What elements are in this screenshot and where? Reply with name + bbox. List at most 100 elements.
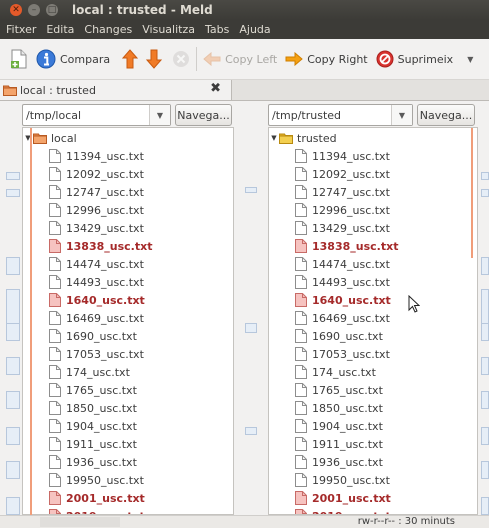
left-browse-button[interactable]: Navega... [175, 104, 232, 126]
file-name: 16469_usc.txt [66, 311, 144, 325]
file-row[interactable]: 1911_usc.txt [269, 435, 477, 453]
menu-changes[interactable]: Changes [79, 23, 137, 36]
file-row[interactable]: 1936_usc.txt [269, 453, 477, 471]
file-row[interactable]: 17053_usc.txt [23, 345, 233, 363]
overview-marker [6, 461, 20, 479]
file-icon [295, 239, 307, 253]
file-name: 11394_usc.txt [66, 149, 144, 163]
file-row[interactable]: 17053_usc.txt [269, 345, 477, 363]
file-row[interactable]: 1690_usc.txt [269, 327, 477, 345]
file-row[interactable]: 13429_usc.txt [23, 219, 233, 237]
file-row[interactable]: 11394_usc.txt [269, 147, 477, 165]
file-row[interactable]: 12996_usc.txt [269, 201, 477, 219]
previous-change-button[interactable] [122, 49, 139, 69]
file-row[interactable]: 12747_usc.txt [23, 183, 233, 201]
stop-button[interactable] [172, 50, 190, 68]
right-file-tree[interactable]: ▼ trusted 11394_usc.txt 12092_usc.txt 1274… [268, 127, 478, 515]
file-name: 12996_usc.txt [66, 203, 144, 217]
file-row[interactable]: 12092_usc.txt [23, 165, 233, 183]
right-overview-strip [479, 127, 489, 515]
file-name: 12996_usc.txt [312, 203, 390, 217]
file-row[interactable]: 2001_usc.txt [269, 489, 477, 507]
left-file-tree[interactable]: ▼ local 11394_usc.txt 12092_usc.txt 12747_… [22, 127, 234, 515]
file-row[interactable]: 1911_usc.txt [23, 435, 233, 453]
file-name: 11394_usc.txt [312, 149, 390, 163]
next-change-button[interactable] [146, 49, 163, 69]
file-row[interactable]: 12092_usc.txt [269, 165, 477, 183]
file-row[interactable]: 13838_usc.txt [23, 237, 233, 255]
menu-ajuda[interactable]: Ajuda [234, 23, 275, 36]
right-browse-button[interactable]: Navega... [417, 104, 475, 126]
copy-right-button[interactable]: Copy Right [285, 52, 368, 66]
new-document-icon [11, 49, 27, 69]
file-row[interactable]: 12996_usc.txt [23, 201, 233, 219]
file-row[interactable]: 16469_usc.txt [269, 309, 477, 327]
toolbar-overflow-button[interactable]: ▼ [467, 55, 473, 64]
diff-gutter [236, 127, 266, 515]
menu-fitxer[interactable]: Fitxer [0, 23, 41, 36]
file-row[interactable]: 1765_usc.txt [23, 381, 233, 399]
file-row[interactable]: 14474_usc.txt [269, 255, 477, 273]
overview-marker [6, 172, 20, 180]
file-row[interactable]: 14493_usc.txt [23, 273, 233, 291]
new-comparison-button[interactable] [10, 49, 28, 69]
copy-left-button[interactable]: Copy Left [203, 52, 277, 66]
file-row[interactable]: 19950_usc.txt [23, 471, 233, 489]
file-name: 1765_usc.txt [312, 383, 383, 397]
tab-local-trusted[interactable]: local : trusted ✖ [0, 80, 232, 100]
file-row[interactable]: 1904_usc.txt [23, 417, 233, 435]
file-row[interactable]: 16469_usc.txt [23, 309, 233, 327]
file-row[interactable]: 19950_usc.txt [269, 471, 477, 489]
file-row[interactable]: 1640_usc.txt [23, 291, 233, 309]
compare-button[interactable]: Compara [36, 49, 110, 69]
file-icon [295, 185, 307, 199]
file-row[interactable]: 1850_usc.txt [23, 399, 233, 417]
menu-visualitza[interactable]: Visualitza [137, 23, 200, 36]
expander-icon[interactable]: ▼ [269, 134, 279, 142]
right-path-text: /tmp/trusted [272, 108, 342, 122]
file-row[interactable]: 13838_usc.txt [269, 237, 477, 255]
file-row[interactable]: 14493_usc.txt [269, 273, 477, 291]
right-path-combo[interactable]: /tmp/trusted ▼ [268, 104, 413, 126]
root-folder-name: trusted [297, 131, 337, 145]
file-icon [49, 185, 61, 199]
file-icon [49, 473, 61, 487]
file-row[interactable]: 1765_usc.txt [269, 381, 477, 399]
maximize-window-button[interactable]: □ [46, 4, 58, 16]
overview-marker [6, 257, 20, 275]
file-name: 12092_usc.txt [312, 167, 390, 181]
file-row[interactable]: 174_usc.txt [269, 363, 477, 381]
file-row[interactable]: 14474_usc.txt [23, 255, 233, 273]
tab-close-icon[interactable]: ✖ [210, 81, 221, 96]
tree-root-row[interactable]: ▼ local [23, 129, 233, 147]
file-name: 13838_usc.txt [312, 239, 399, 253]
delete-button[interactable]: Suprimeix [376, 50, 453, 68]
file-icon [295, 473, 307, 487]
file-row[interactable]: 1640_usc.txt [269, 291, 477, 309]
file-row[interactable]: 2019_usc.txt [269, 507, 477, 514]
minimize-window-button[interactable]: – [28, 4, 40, 16]
file-row[interactable]: 2019_usc.txt [23, 507, 233, 514]
file-row[interactable]: 1936_usc.txt [23, 453, 233, 471]
file-row[interactable]: 1690_usc.txt [23, 327, 233, 345]
tree-root-row[interactable]: ▼ trusted [269, 129, 477, 147]
file-row[interactable]: 13429_usc.txt [269, 219, 477, 237]
menu-edita[interactable]: Edita [41, 23, 79, 36]
close-window-button[interactable]: ✕ [10, 4, 22, 16]
menu-tabs[interactable]: Tabs [200, 23, 234, 36]
file-name: 1911_usc.txt [66, 437, 137, 451]
file-icon [295, 347, 307, 361]
menu-bar: Fitxer Edita Changes Visualitza Tabs Aju… [0, 20, 489, 39]
file-row[interactable]: 1850_usc.txt [269, 399, 477, 417]
file-name: 16469_usc.txt [312, 311, 390, 325]
file-row[interactable]: 174_usc.txt [23, 363, 233, 381]
overview-marker [6, 323, 20, 341]
file-row[interactable]: 12747_usc.txt [269, 183, 477, 201]
file-row[interactable]: 2001_usc.txt [23, 489, 233, 507]
info-icon [36, 49, 56, 69]
file-row[interactable]: 11394_usc.txt [23, 147, 233, 165]
left-path-combo[interactable]: /tmp/local ▼ [22, 104, 171, 126]
file-name: 1936_usc.txt [66, 455, 137, 469]
title-bar: ✕ – □ local : trusted - Meld [0, 0, 489, 20]
file-row[interactable]: 1904_usc.txt [269, 417, 477, 435]
